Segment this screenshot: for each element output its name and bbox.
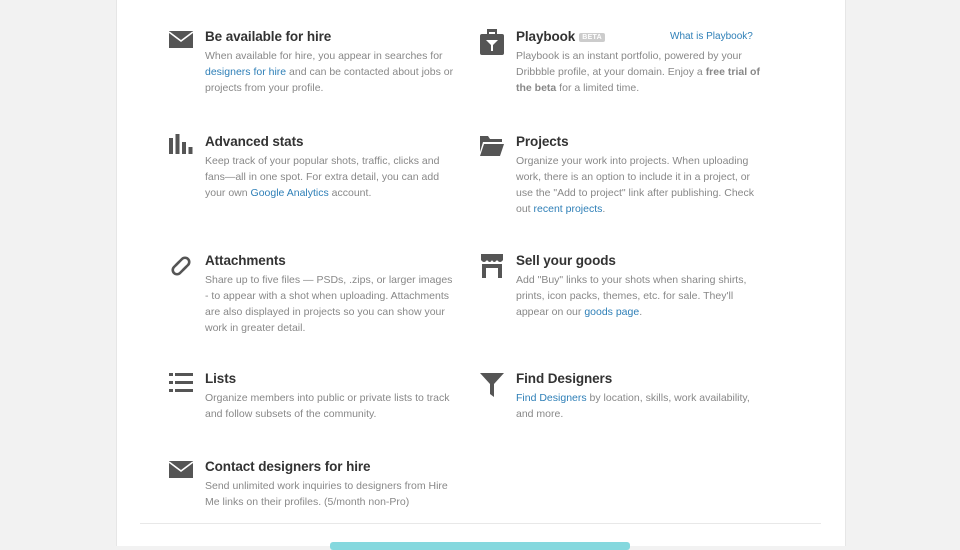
paperclip-icon <box>169 253 195 279</box>
feature-description: Share up to five files — PSDs, .zips, or… <box>205 274 453 334</box>
feature-title: Attachments <box>205 253 286 268</box>
feature-title: Projects <box>516 134 569 149</box>
funnel-icon <box>480 371 506 397</box>
google-analytics-link[interactable]: Google Analytics <box>251 187 329 199</box>
designers-for-hire-link[interactable]: designers for hire <box>205 66 286 78</box>
feature-description: Organize members into public or private … <box>205 392 450 420</box>
feature-title: Playbook BETA <box>516 29 605 44</box>
feature-description: Organize your work into projects. When u… <box>516 155 755 215</box>
find-designers-link[interactable]: Find Designers <box>516 392 587 404</box>
recent-projects-link[interactable]: recent projects <box>534 203 603 215</box>
feature-title: Sell your goods <box>516 253 616 268</box>
feature-title: Be available for hire <box>205 29 332 44</box>
feature-title: Advanced stats <box>205 134 304 149</box>
bar-chart-icon <box>169 134 195 160</box>
folder-icon <box>480 134 506 160</box>
feature-description: Add "Buy" links to your shots when shari… <box>516 274 747 318</box>
what-is-playbook-link[interactable]: What is Playbook? <box>670 31 753 42</box>
briefcase-icon <box>480 29 506 55</box>
cta-button[interactable] <box>330 542 630 550</box>
storefront-icon <box>480 253 506 279</box>
feature-description: Send unlimited work inquiries to designe… <box>205 480 448 508</box>
list-icon <box>169 371 195 397</box>
feature-title: Contact designers for hire <box>205 459 371 474</box>
envelope-icon <box>169 459 195 485</box>
section-divider <box>140 523 821 524</box>
feature-title: Find Designers <box>516 371 613 386</box>
feature-description: When available for hire, you appear in s… <box>205 50 454 94</box>
feature-description: Keep track of your popular shots, traffi… <box>205 155 440 199</box>
feature-description: Find Designers by location, skills, work… <box>516 392 750 420</box>
goods-page-link[interactable]: goods page <box>584 306 639 318</box>
envelope-icon <box>169 29 195 55</box>
feature-title: Lists <box>205 371 237 386</box>
beta-badge: BETA <box>579 33 605 42</box>
feature-description: Playbook is an instant portfolio, powere… <box>516 50 760 94</box>
